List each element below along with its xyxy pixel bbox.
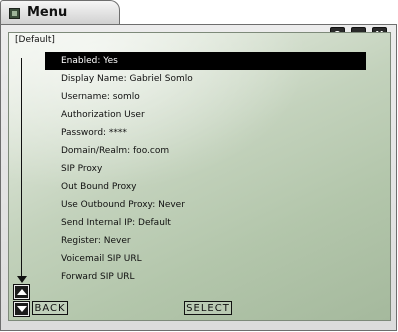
menu-list: Enabled: Yes Display Name: Gabriel Somlo… <box>45 52 366 286</box>
menu-item-use-outbound-proxy[interactable]: Use Outbound Proxy: Never <box>45 196 366 214</box>
up-arrow-icon <box>17 289 27 295</box>
menu-item-enabled[interactable]: Enabled: Yes <box>45 52 366 70</box>
menu-item-send-internal-ip[interactable]: Send Internal IP: Default <box>45 214 366 232</box>
scroll-down-indicator-icon <box>17 276 27 283</box>
scroll-indicator-line <box>21 58 22 280</box>
menu-item-sip-proxy[interactable]: SIP Proxy <box>45 160 366 178</box>
down-arrow-icon <box>17 306 27 312</box>
menu-item-outbound-proxy[interactable]: Out Bound Proxy <box>45 178 366 196</box>
scroll-down-button[interactable] <box>13 301 30 317</box>
menu-item-domain-realm[interactable]: Domain/Realm: foo.com <box>45 142 366 160</box>
back-button[interactable]: BACK <box>32 301 68 315</box>
scroll-up-button[interactable] <box>13 284 30 300</box>
menu-item-display-name[interactable]: Display Name: Gabriel Somlo <box>45 70 366 88</box>
menu-item-forward-sip-url[interactable]: Forward SIP URL <box>45 268 366 286</box>
window-title: Menu <box>27 5 68 20</box>
breadcrumb: [Default] <box>15 35 55 45</box>
title-bar[interactable]: Menu <box>0 0 120 25</box>
app-icon <box>9 8 20 19</box>
menu-item-password[interactable]: Password: **** <box>45 124 366 142</box>
menu-item-register[interactable]: Register: Never <box>45 232 366 250</box>
menu-window: Menu ? _ X [Default] BACK SELECT Enabled… <box>0 0 398 332</box>
select-button[interactable]: SELECT <box>184 301 232 315</box>
menu-item-username[interactable]: Username: somlo <box>45 88 366 106</box>
menu-item-voicemail-sip-url[interactable]: Voicemail SIP URL <box>45 250 366 268</box>
menu-item-authorization-user[interactable]: Authorization User <box>45 106 366 124</box>
